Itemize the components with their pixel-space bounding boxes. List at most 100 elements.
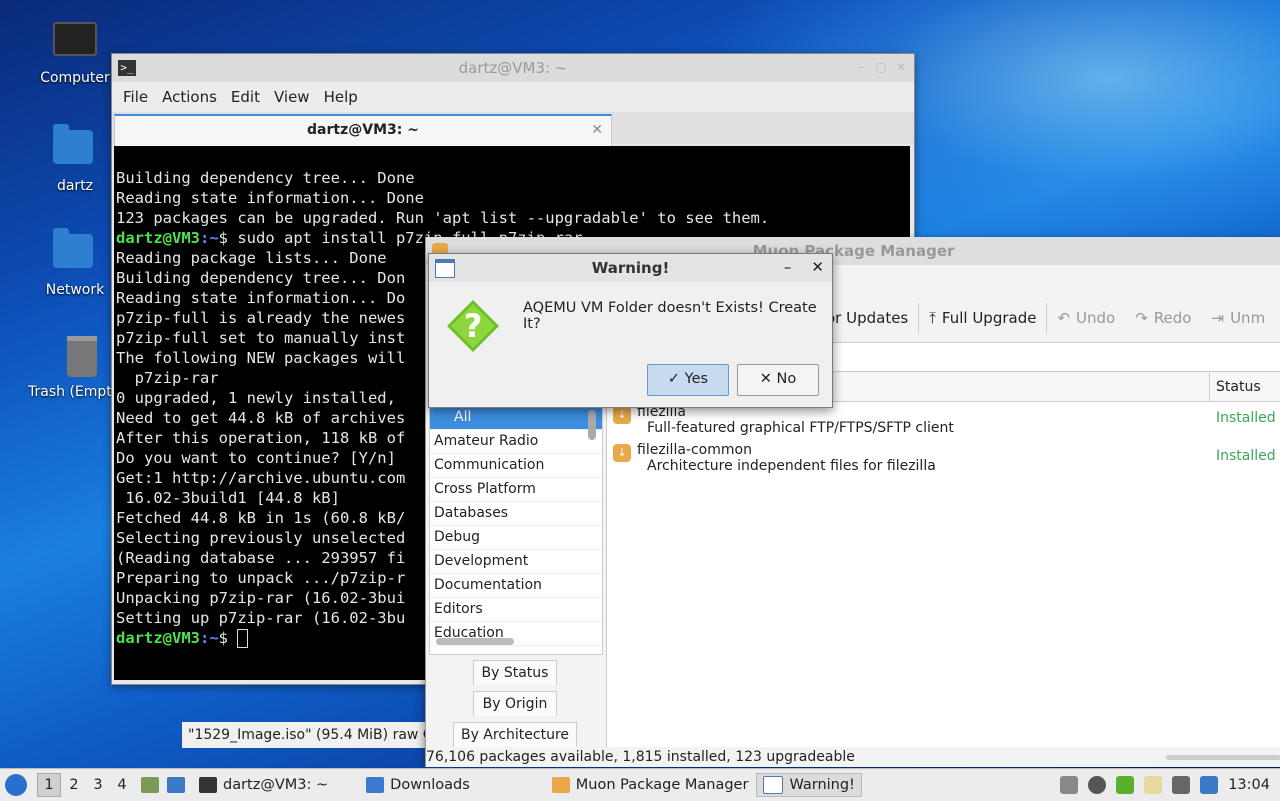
show-desktop-icon[interactable] <box>167 777 185 793</box>
no-label: No <box>776 371 797 387</box>
yes-button[interactable]: ✓ Yes <box>647 364 729 396</box>
close-icon: ✕ <box>759 371 772 387</box>
upgrade-icon: ⤒ <box>929 309 936 327</box>
undo-button[interactable]: ↶ Undo <box>1047 309 1125 327</box>
search-input[interactable] <box>826 342 1280 372</box>
category-item[interactable]: All <box>430 406 602 430</box>
terminal-command: $ <box>218 629 238 647</box>
undo-icon: ↶ <box>1057 309 1071 327</box>
task-warning[interactable]: Warning! <box>756 773 862 797</box>
workspace-3[interactable]: 3 <box>87 774 109 796</box>
tab-bar: dartz@VM3: ~ ✕ <box>112 112 914 147</box>
desktop-icon-label: Network <box>45 282 105 298</box>
system-tray: 13:04 <box>1060 776 1270 794</box>
menu-file[interactable]: File <box>116 88 155 106</box>
unmark-icon: ⇥ <box>1211 309 1225 327</box>
menu-actions[interactable]: Actions <box>155 88 224 106</box>
question-icon: ? <box>447 300 499 352</box>
full-upgrade-button[interactable]: ⤒ Full Upgrade <box>919 309 1046 327</box>
category-item[interactable]: Documentation <box>430 574 602 598</box>
unmark-button[interactable]: ⇥ Unm <box>1202 309 1276 327</box>
category-item[interactable]: Databases <box>430 502 602 526</box>
trash-icon <box>67 336 97 377</box>
terminal-line: Reading state information... Done <box>116 189 424 207</box>
close-button[interactable]: ✕ <box>894 60 908 74</box>
dialog-titlebar[interactable]: Warning! – ✕ <box>429 254 832 282</box>
notification-icon[interactable] <box>1200 776 1219 794</box>
task-label: Warning! <box>789 777 855 793</box>
minimize-button[interactable]: – <box>784 258 792 276</box>
maximize-button[interactable]: ▢ <box>874 60 888 74</box>
start-menu-icon[interactable] <box>5 774 27 796</box>
desktop-icon-label: Computer <box>40 70 110 86</box>
background-window-text: "1529_Image.iso" (95.4 MiB) raw CI <box>182 722 448 748</box>
network-icon[interactable] <box>1172 776 1191 794</box>
category-item[interactable]: Communication <box>430 454 602 478</box>
dialog-title: Warning! <box>591 259 670 277</box>
terminal-line: 123 packages can be upgraded. Run 'apt l… <box>116 209 770 227</box>
network-folder-icon <box>53 228 93 268</box>
file-manager-launcher-icon[interactable] <box>141 777 159 793</box>
workspace-1[interactable]: 1 <box>37 773 61 797</box>
task-label: Downloads <box>390 777 470 793</box>
category-item[interactable]: Development <box>430 550 602 574</box>
package-name: filezilla-common <box>637 442 752 458</box>
column-status[interactable]: Status <box>1209 373 1261 401</box>
desktop-icon-network[interactable]: Network <box>25 228 125 298</box>
desktop-icon-home[interactable]: dartz <box>25 124 125 194</box>
window-icon <box>763 776 784 794</box>
vertical-scrollbar[interactable] <box>588 410 596 440</box>
category-item[interactable]: Debug <box>430 526 602 550</box>
terminal-cursor <box>237 629 249 648</box>
category-list[interactable]: All Amateur Radio Communication Cross Pl… <box>429 405 603 655</box>
home-folder-icon <box>53 124 93 164</box>
menu-view[interactable]: View <box>267 88 317 106</box>
check-updates-label: or Updates <box>826 309 909 327</box>
prompt-path: :~ <box>200 629 219 647</box>
horizontal-scrollbar[interactable] <box>1166 755 1280 760</box>
volume-icon[interactable] <box>1088 776 1107 794</box>
task-terminal[interactable]: dartz@VM3: ~ <box>199 777 328 793</box>
task-muon[interactable]: Muon Package Manager <box>551 777 748 793</box>
undo-label: Undo <box>1076 309 1116 327</box>
unmark-label: Unm <box>1230 309 1266 327</box>
package-list[interactable]: Status ↓ filezilla Full-featured graphic… <box>606 373 1280 747</box>
prompt-user: dartz@VM3 <box>116 629 200 647</box>
menu-edit[interactable]: Edit <box>224 88 267 106</box>
taskbar: 1 2 3 4 dartz@VM3: ~ Downloads Muon Pack… <box>0 768 1280 801</box>
tab-close-icon[interactable]: ✕ <box>591 116 603 144</box>
terminal-tab[interactable]: dartz@VM3: ~ ✕ <box>114 114 612 147</box>
category-item[interactable]: Cross Platform <box>430 478 602 502</box>
clipboard-icon[interactable] <box>1060 776 1079 794</box>
no-button[interactable]: ✕ No <box>737 364 819 396</box>
terminal-titlebar[interactable]: >_ dartz@VM3: ~ – ▢ ✕ <box>112 54 914 82</box>
horizontal-scrollbar[interactable] <box>436 638 514 645</box>
desktop-icon-computer[interactable]: Computer <box>25 18 125 86</box>
computer-icon <box>53 22 97 56</box>
notes-icon[interactable] <box>1144 776 1163 794</box>
dialog-message: AQEMU VM Folder doesn't Exists! Create I… <box>523 300 817 332</box>
redo-button[interactable]: ↷ Redo <box>1125 309 1201 327</box>
menu-bar: File Actions Edit View Help <box>112 82 914 112</box>
category-item[interactable]: Amateur Radio <box>430 430 602 454</box>
redo-label: Redo <box>1153 309 1192 327</box>
by-status-button[interactable]: By Status <box>473 660 557 685</box>
close-button[interactable]: ✕ <box>811 258 824 276</box>
task-downloads[interactable]: Downloads <box>366 777 470 793</box>
terminal-line: Building dependency tree... Done <box>116 169 415 187</box>
minimize-button[interactable]: – <box>854 60 868 74</box>
package-description: Architecture independent files for filez… <box>647 458 936 474</box>
package-status: Installed <box>1216 448 1276 464</box>
package-description: Full-featured graphical FTP/FTPS/SFTP cl… <box>647 420 954 436</box>
package-row[interactable]: ↓ filezilla-common Architecture independ… <box>607 440 1280 478</box>
by-origin-button[interactable]: By Origin <box>473 691 557 716</box>
category-item[interactable]: Editors <box>430 598 602 622</box>
by-architecture-button[interactable]: By Architecture <box>453 722 577 747</box>
workspace-4[interactable]: 4 <box>111 774 133 796</box>
warning-dialog[interactable]: Warning! – ✕ ? AQEMU VM Folder doesn't E… <box>428 253 833 408</box>
menu-help[interactable]: Help <box>317 88 365 106</box>
clock[interactable]: 13:04 <box>1228 777 1270 793</box>
workspace-2[interactable]: 2 <box>63 774 85 796</box>
updates-icon[interactable] <box>1116 776 1135 794</box>
redo-icon: ↷ <box>1135 309 1148 327</box>
